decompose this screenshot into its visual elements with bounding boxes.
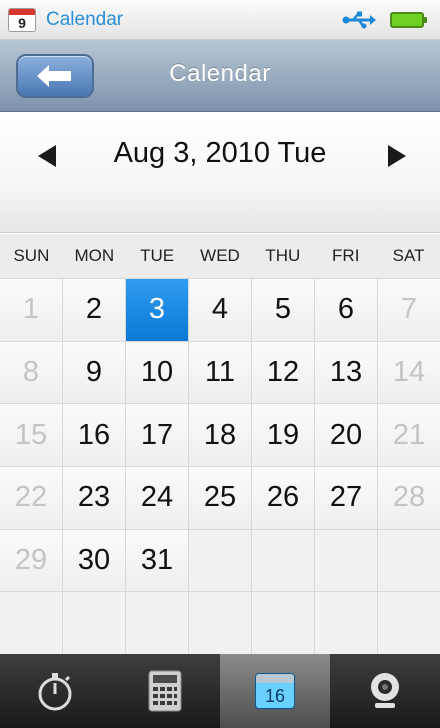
tab-stopwatch[interactable] bbox=[0, 654, 110, 728]
empty-day-cell bbox=[252, 529, 314, 592]
tab-bar: 16 bbox=[0, 654, 440, 728]
empty-day-cell bbox=[0, 592, 62, 654]
day-cell-11[interactable]: 11 bbox=[189, 341, 251, 404]
day-cell-20[interactable]: 20 bbox=[315, 404, 377, 466]
stopwatch-icon bbox=[38, 673, 72, 711]
day-cell-1[interactable]: 1 bbox=[0, 279, 62, 341]
battery-icon bbox=[390, 12, 427, 28]
weekday-sun: SUN bbox=[13, 246, 50, 265]
calendar-tab-number: 16 bbox=[264, 686, 286, 706]
day-cell-6[interactable]: 6 bbox=[315, 279, 377, 341]
usb-icon bbox=[342, 11, 376, 29]
day-cell-29[interactable]: 29 bbox=[0, 529, 62, 592]
day-cell-25[interactable]: 25 bbox=[189, 467, 251, 529]
day-cell-19[interactable]: 19 bbox=[252, 404, 314, 466]
empty-day-cell bbox=[378, 592, 440, 654]
date-header: Aug 3, 2010 Tue bbox=[0, 113, 440, 233]
day-cell-17[interactable]: 17 bbox=[126, 404, 188, 466]
current-date: Aug 3, 2010 Tue bbox=[113, 137, 327, 169]
status-app-title: Calendar bbox=[46, 9, 124, 30]
day-cell-16[interactable]: 16 bbox=[63, 404, 125, 466]
status-bar: 9 Calendar bbox=[0, 0, 440, 40]
tab-webcam[interactable] bbox=[330, 654, 440, 728]
empty-day-cell bbox=[189, 592, 251, 654]
day-cell-10[interactable]: 10 bbox=[126, 341, 188, 404]
day-cell-18[interactable]: 18 bbox=[189, 404, 251, 466]
day-cell-13[interactable]: 13 bbox=[315, 341, 377, 404]
day-cell-5[interactable]: 5 bbox=[252, 279, 314, 341]
empty-day-cell bbox=[378, 529, 440, 592]
day-cell-30[interactable]: 30 bbox=[63, 529, 125, 592]
day-cell-7[interactable]: 7 bbox=[378, 279, 440, 341]
calendar-app-icon: 9 bbox=[8, 8, 36, 32]
day-cell-26[interactable]: 26 bbox=[252, 467, 314, 529]
day-cell-14[interactable]: 14 bbox=[378, 341, 440, 404]
empty-day-cell bbox=[252, 592, 314, 654]
day-cell-27[interactable]: 27 bbox=[315, 467, 377, 529]
day-cell-15[interactable]: 15 bbox=[0, 404, 62, 466]
calendar-grid: 1 2 3 4 5 6 7 8 9 10 11 12 13 14 15 16 17 18 19 20 21 22 23 24 2… bbox=[0, 278, 440, 654]
empty-day-cell bbox=[63, 592, 125, 654]
day-cell-2[interactable]: 2 bbox=[63, 279, 125, 341]
day-cell-28[interactable]: 28 bbox=[378, 467, 440, 529]
empty-day-cell bbox=[315, 529, 377, 592]
weekday-thu: THU bbox=[265, 246, 301, 265]
day-cell-24[interactable]: 24 bbox=[126, 467, 188, 529]
weekday-sat: SAT bbox=[392, 246, 425, 265]
weekday-wed: WED bbox=[200, 246, 240, 265]
empty-day-cell bbox=[315, 592, 377, 654]
tab-calculator[interactable] bbox=[110, 654, 220, 728]
day-cell-22[interactable]: 22 bbox=[0, 467, 62, 529]
day-cell-3[interactable]: 3 bbox=[126, 279, 188, 341]
tab-calendar[interactable]: 16 bbox=[220, 654, 330, 728]
nav-title: Calendar bbox=[169, 60, 271, 87]
day-cell-21[interactable]: 21 bbox=[378, 404, 440, 466]
weekday-header: SUN MON TUE WED THU FRI SAT bbox=[0, 234, 440, 278]
empty-day-cell bbox=[126, 592, 188, 654]
webcam-icon bbox=[371, 673, 399, 708]
calculator-icon bbox=[148, 670, 182, 712]
day-cell-12[interactable]: 12 bbox=[252, 341, 314, 404]
next-month-arrow-icon[interactable] bbox=[386, 143, 408, 169]
day-cell-23[interactable]: 23 bbox=[63, 467, 125, 529]
weekday-tue: TUE bbox=[140, 246, 175, 265]
calendar-app-icon-number: 9 bbox=[18, 15, 26, 31]
calendar-icon: 16 bbox=[255, 673, 295, 709]
day-cell-4[interactable]: 4 bbox=[189, 279, 251, 341]
weekday-fri: FRI bbox=[332, 246, 360, 265]
day-cell-8[interactable]: 8 bbox=[0, 341, 62, 404]
day-cell-9[interactable]: 9 bbox=[63, 341, 125, 404]
empty-day-cell bbox=[189, 529, 251, 592]
day-cell-31[interactable]: 31 bbox=[126, 529, 188, 592]
nav-bar: Calendar bbox=[0, 40, 440, 112]
weekday-mon: MON bbox=[74, 246, 115, 265]
